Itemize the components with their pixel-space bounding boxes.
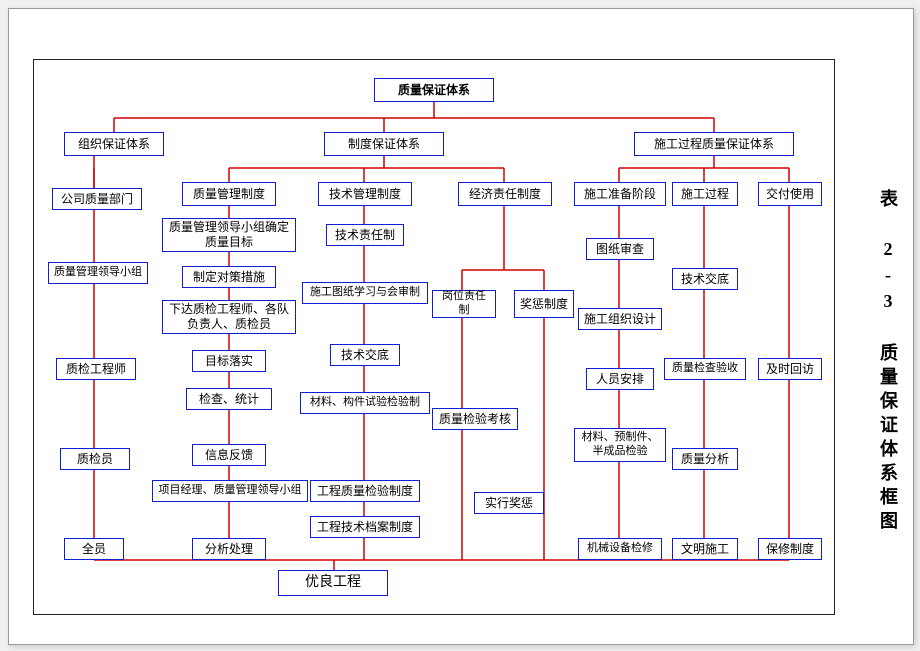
c6-b: 质量检查验收 [664,358,746,380]
page: 表 2-3 质量保证体系框图 [8,8,914,645]
c4-d: 实行奖惩 [474,492,544,514]
c6-d: 文明施工 [672,538,738,560]
c2-head: 质量管理制度 [182,182,276,206]
c2-g: 项目经理、质量管理领导小组 [152,480,308,502]
c4-a: 岗位责任制 [432,290,496,318]
c3-a: 技术责任制 [326,224,404,246]
c1-c: 质检工程师 [56,358,136,380]
c1-a: 公司质量部门 [52,188,142,210]
c2-d: 目标落实 [192,350,266,372]
c2-c: 下达质检工程师、各队负责人、质检员 [162,300,296,334]
c5-c: 人员安排 [586,368,654,390]
c2-b: 制定对策措施 [182,266,276,288]
c3-b: 施工图纸学习与会审制 [302,282,428,304]
c1-e: 全员 [64,538,124,560]
node-sys: 制度保证体系 [324,132,444,156]
c6-a: 技术交底 [672,268,738,290]
diagram-frame: 质量保证体系 组织保证体系 制度保证体系 施工过程质量保证体系 公司质量部门 质… [33,59,835,615]
c5-head: 施工准备阶段 [574,182,666,206]
c7-b: 保修制度 [758,538,822,560]
c2-a: 质量管理领导小组确定质量目标 [162,218,296,252]
node-proc: 施工过程质量保证体系 [634,132,794,156]
c6-head: 施工过程 [672,182,738,206]
node-root: 质量保证体系 [374,78,494,102]
c4-head: 经济责任制度 [458,182,552,206]
c5-d: 材料、预制件、半成品检验 [574,428,666,462]
side-title: 表 2-3 质量保证体系框图 [875,189,901,535]
c7-a: 及时回访 [758,358,822,380]
c1-b: 质量管理领导小组 [48,262,148,284]
c7-head: 交付使用 [758,182,822,206]
c2-f: 信息反馈 [192,444,266,466]
c4-b: 奖惩制度 [514,290,574,318]
c2-h: 分析处理 [192,538,266,560]
c3-head: 技术管理制度 [318,182,412,206]
node-org: 组织保证体系 [64,132,164,156]
c5-a: 图纸审查 [586,238,654,260]
c3-f: 工程技术档案制度 [310,516,420,538]
c4-c: 质量检验考核 [432,408,518,430]
c6-c: 质量分析 [672,448,738,470]
c1-d: 质检员 [60,448,130,470]
diagram: 质量保证体系 组织保证体系 制度保证体系 施工过程质量保证体系 公司质量部门 质… [34,60,834,614]
c3-d: 材料、构件试验检验制 [300,392,430,414]
c2-e: 检查、统计 [186,388,272,410]
c3-e: 工程质量检验制度 [310,480,420,502]
node-bottom: 优良工程 [278,570,388,596]
c3-c: 技术交底 [330,344,400,366]
c5-b: 施工组织设计 [578,308,662,330]
c5-e: 机械设备检修 [578,538,662,560]
